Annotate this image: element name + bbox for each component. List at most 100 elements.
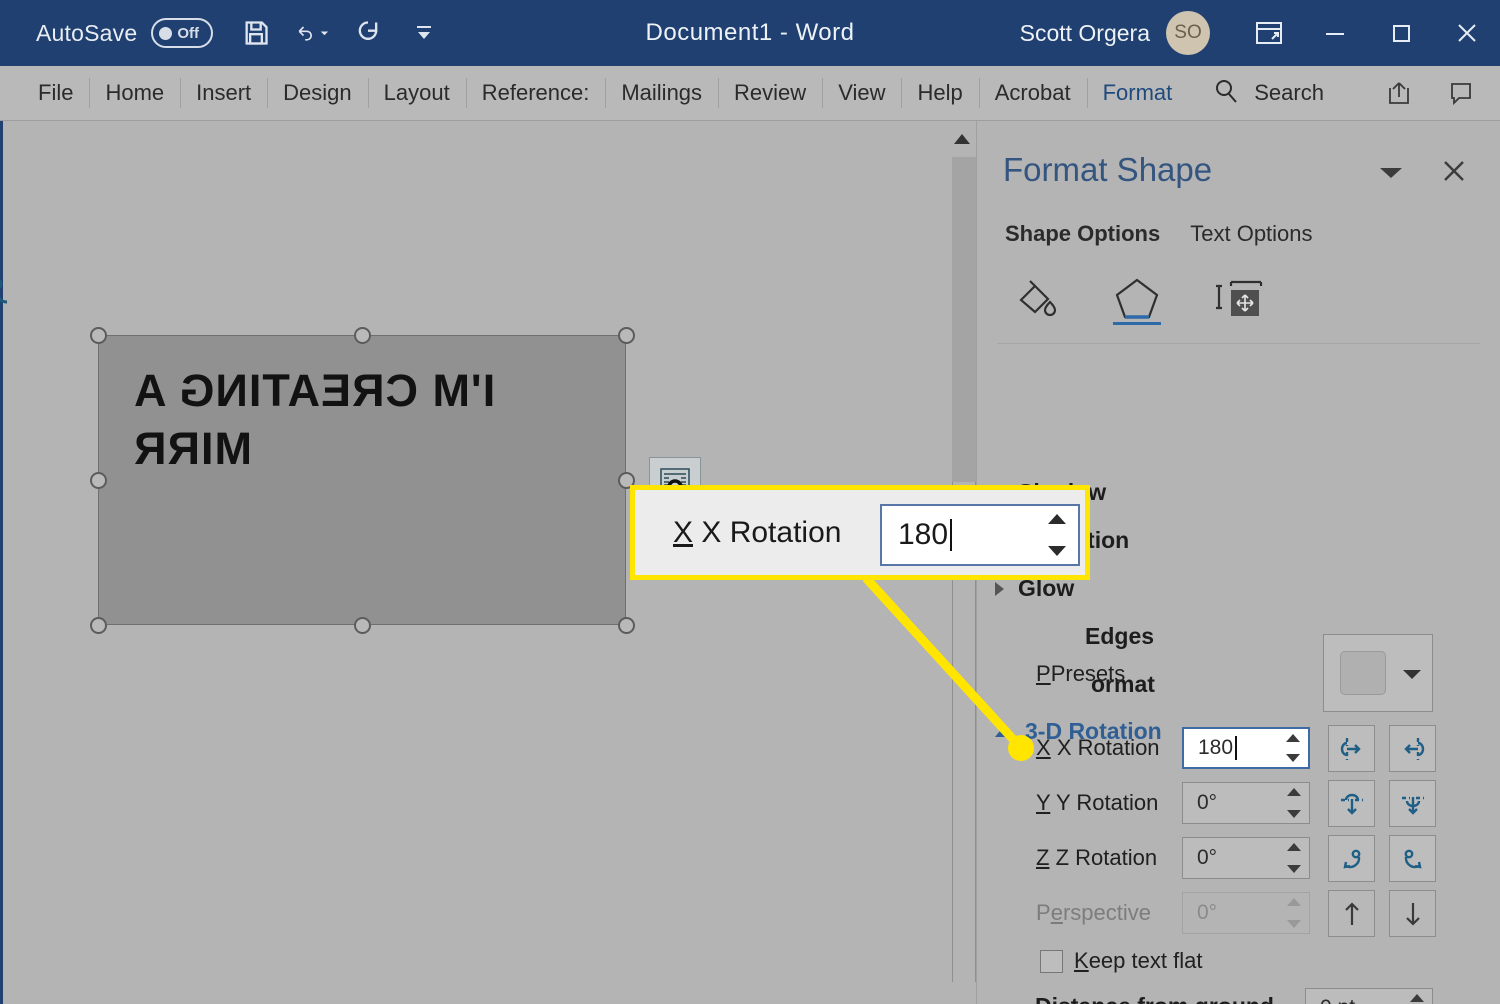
callout-label-text: X Rotation (701, 515, 842, 549)
title-bar-right: Scott Orgera SO (1020, 0, 1500, 66)
distance-from-ground-input[interactable]: 0 pt (1305, 988, 1433, 1004)
selection-handle-w[interactable] (90, 472, 107, 489)
distance-from-ground-label: Distance from ground (1035, 993, 1274, 1004)
x-rotation-value: 180 (1198, 736, 1234, 759)
tab-references[interactable]: Reference: (465, 71, 606, 115)
preset-swatch (1340, 651, 1386, 695)
fill-and-line-icon[interactable] (1005, 266, 1065, 322)
effects-pentagon-icon[interactable] (1107, 266, 1167, 325)
panel-title: Format Shape (1003, 151, 1213, 188)
presets-label-text: Presets (1050, 661, 1126, 686)
partial-edge-icon (0, 276, 19, 321)
maximize-icon[interactable] (1368, 0, 1434, 66)
tab-format[interactable]: Format (1086, 71, 1189, 115)
comments-icon[interactable] (1436, 73, 1486, 113)
rotate-z-ccw-icon[interactable] (1328, 835, 1375, 882)
tab-layout[interactable]: Layout (367, 71, 466, 115)
perspective-value: 0° (1197, 901, 1218, 924)
scrollbar-thumb[interactable] (952, 157, 976, 482)
section-soft-edges-label: Edges (1085, 623, 1155, 649)
save-icon[interactable] (239, 16, 273, 50)
selection-handle-sw[interactable] (90, 617, 107, 634)
selection-handle-s[interactable] (354, 617, 371, 634)
tab-review[interactable]: Review (718, 71, 822, 115)
callout-x-rotation-input[interactable]: 180 (880, 504, 1080, 566)
ribbon-display-options-icon[interactable] (1236, 0, 1302, 66)
search-placeholder: Search (1254, 80, 1324, 105)
callout-leader-dot (1008, 735, 1034, 761)
z-rotation-label-text: Z Rotation (1055, 845, 1158, 870)
section-soft-edges[interactable]: Edges (1085, 623, 1154, 650)
arrow-up-icon[interactable] (1328, 890, 1375, 937)
close-icon[interactable] (1440, 157, 1468, 190)
customize-quick-access-icon[interactable] (407, 16, 441, 50)
tab-view[interactable]: View (822, 71, 901, 115)
avatar[interactable]: SO (1166, 11, 1210, 55)
x-rotation-label: X X Rotation (1036, 735, 1160, 760)
tab-insert[interactable]: Insert (180, 71, 267, 115)
y-rotation-value: 0° (1197, 791, 1218, 814)
tab-home[interactable]: Home (89, 71, 180, 115)
tab-acrobat[interactable]: Acrobat (978, 71, 1087, 115)
rotate-y-down-icon[interactable] (1389, 780, 1436, 827)
tab-mailings[interactable]: Mailings (605, 71, 718, 115)
rotate-x-left-icon[interactable] (1328, 725, 1375, 772)
text-cursor (950, 519, 953, 551)
arrow-down-icon[interactable] (1389, 890, 1436, 937)
tab-shape-options[interactable]: Shape Options (1005, 221, 1160, 247)
autosave-label: AutoSave (36, 19, 138, 46)
panel-option-tabs: Shape Options Text Options (1005, 221, 1313, 247)
spinner-arrows[interactable] (1286, 734, 1300, 762)
panel-category-icons (1005, 266, 1269, 325)
quick-access-toolbar (239, 16, 441, 50)
y-rotation-input[interactable]: 0° (1182, 782, 1310, 824)
tab-text-options[interactable]: Text Options (1190, 221, 1312, 247)
tab-help[interactable]: Help (901, 71, 978, 115)
chevron-right-icon (995, 581, 1004, 596)
keep-text-flat-checkbox[interactable] (1040, 950, 1063, 973)
search-icon (1212, 77, 1240, 110)
x-rotation-label-text: X Rotation (1056, 735, 1160, 760)
z-rotation-input[interactable]: 0° (1182, 837, 1310, 879)
spinner-arrows[interactable] (1287, 843, 1301, 873)
autosave-control[interactable]: AutoSave Off (36, 18, 214, 48)
share-icon[interactable] (1374, 73, 1424, 113)
spinner-arrows[interactable] (1048, 514, 1066, 556)
presets-dropdown[interactable] (1323, 634, 1433, 712)
text-cursor (1235, 736, 1238, 760)
rotate-x-right-icon[interactable] (1389, 725, 1436, 772)
layout-and-properties-icon[interactable] (1209, 266, 1269, 322)
selection-handle-se[interactable] (618, 617, 635, 634)
scroll-up-icon[interactable] (948, 125, 976, 153)
y-rotation-label: Y Y Rotation (1036, 790, 1159, 815)
keep-text-flat-label: Keep text flat (1074, 948, 1203, 973)
undo-icon[interactable] (295, 16, 329, 50)
y-rotation-label-text: Y Rotation (1056, 790, 1159, 815)
spinner-arrows[interactable] (1410, 994, 1424, 1004)
selection-handle-nw[interactable] (90, 327, 107, 344)
redo-icon[interactable] (351, 16, 385, 50)
search-input[interactable]: Search (1212, 77, 1324, 110)
rotate-y-up-icon[interactable] (1328, 780, 1375, 827)
keep-text-flat-label-text: eep text flat (1088, 948, 1203, 973)
minimize-icon[interactable] (1302, 0, 1368, 66)
tab-file[interactable]: File (22, 71, 89, 115)
rotate-z-cw-icon[interactable] (1389, 835, 1436, 882)
word-application-window: AutoSave Off Document1 - Word Scott Orge… (0, 0, 1500, 1004)
chevron-down-icon[interactable] (1402, 667, 1422, 685)
selected-text-box[interactable]: I'M CREATING A MIRR (98, 335, 626, 625)
tab-design[interactable]: Design (267, 71, 367, 115)
z-rotation-value: 0° (1197, 846, 1218, 869)
user-name: Scott Orgera (1019, 19, 1150, 46)
selection-handle-n[interactable] (354, 327, 371, 344)
autosave-toggle[interactable]: Off (151, 18, 214, 48)
toggle-knob (159, 26, 173, 40)
chevron-down-icon[interactable] (1378, 165, 1404, 186)
presets-label: PPresets (1036, 661, 1126, 686)
close-icon[interactable] (1434, 0, 1500, 66)
perspective-label: Perspective (1036, 900, 1151, 925)
spinner-arrows[interactable] (1287, 788, 1301, 818)
ribbon-right-buttons (1374, 73, 1486, 113)
selection-handle-ne[interactable] (618, 327, 635, 344)
x-rotation-input[interactable]: 180 (1182, 727, 1310, 769)
